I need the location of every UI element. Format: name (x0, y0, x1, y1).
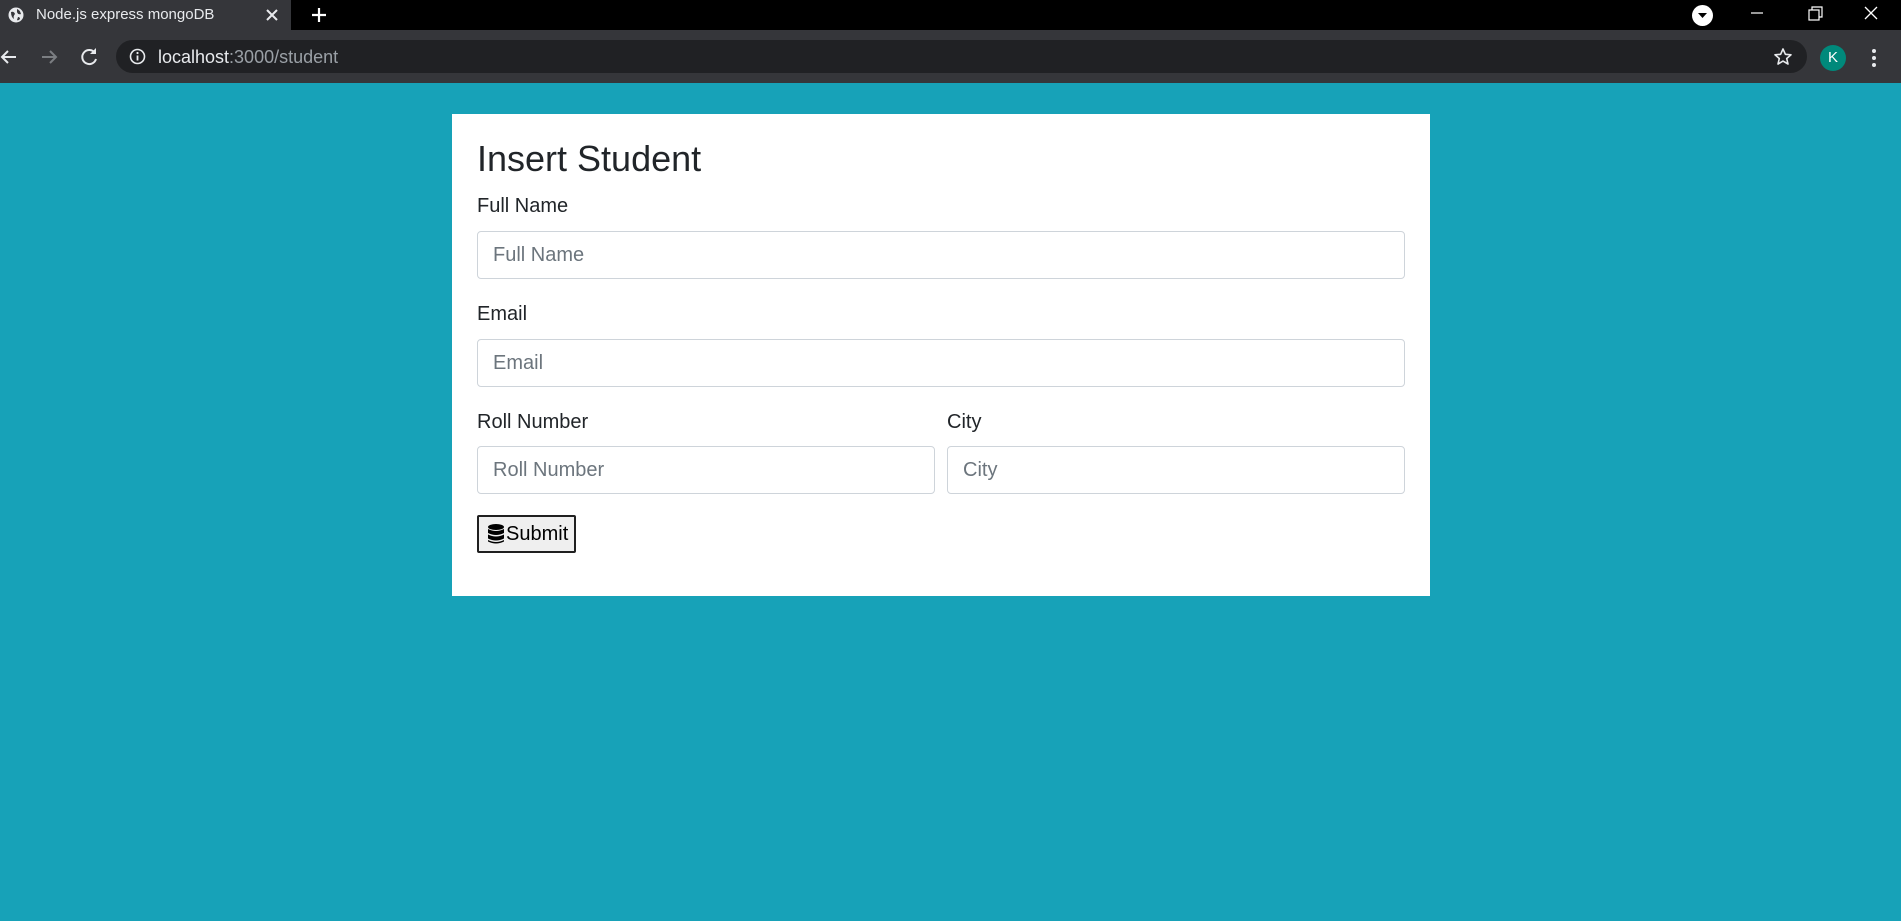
roll-number-label: Roll Number (477, 411, 589, 433)
browser-toolbar: localhost:3000/student K (0, 30, 1901, 83)
insert-student-card: Insert Student Full Name Email Roll Numb… (452, 114, 1430, 596)
roll-number-input[interactable] (477, 446, 935, 494)
city-label: City (947, 411, 982, 433)
full-name-input[interactable] (477, 231, 1405, 279)
back-arrow-icon[interactable] (0, 42, 24, 72)
info-icon[interactable] (129, 48, 146, 65)
browser-tab[interactable]: Node.js express mongoDB (0, 0, 291, 30)
email-label: Email (477, 303, 528, 325)
address-bar[interactable]: localhost:3000/student (116, 40, 1807, 73)
profile-avatar[interactable]: K (1820, 45, 1846, 71)
reload-icon[interactable] (74, 42, 104, 72)
tab-search-icon[interactable] (1692, 5, 1713, 26)
full-name-label: Full Name (477, 195, 569, 217)
url-path: :3000/student (229, 47, 339, 67)
email-input[interactable] (477, 339, 1405, 387)
menu-dots-icon[interactable] (1864, 45, 1884, 71)
city-input[interactable] (947, 446, 1405, 494)
window-close-icon[interactable] (1856, 2, 1886, 26)
new-tab-icon[interactable] (308, 4, 330, 26)
tab-strip: Node.js express mongoDB (0, 0, 1901, 30)
minimize-icon[interactable] (1742, 2, 1772, 26)
tab-title: Node.js express mongoDB (36, 6, 215, 23)
globe-icon (8, 7, 24, 23)
submit-label: Submit (506, 522, 569, 545)
database-icon (488, 524, 504, 544)
submit-button[interactable]: Submit (477, 515, 576, 553)
url-text: localhost:3000/student (158, 47, 338, 68)
close-icon[interactable] (262, 5, 282, 25)
restore-icon[interactable] (1800, 2, 1830, 26)
bookmark-star-icon[interactable] (1772, 46, 1794, 68)
url-host: localhost (158, 47, 230, 67)
page-title: Insert Student (477, 138, 702, 179)
forward-arrow-icon[interactable] (34, 42, 64, 72)
